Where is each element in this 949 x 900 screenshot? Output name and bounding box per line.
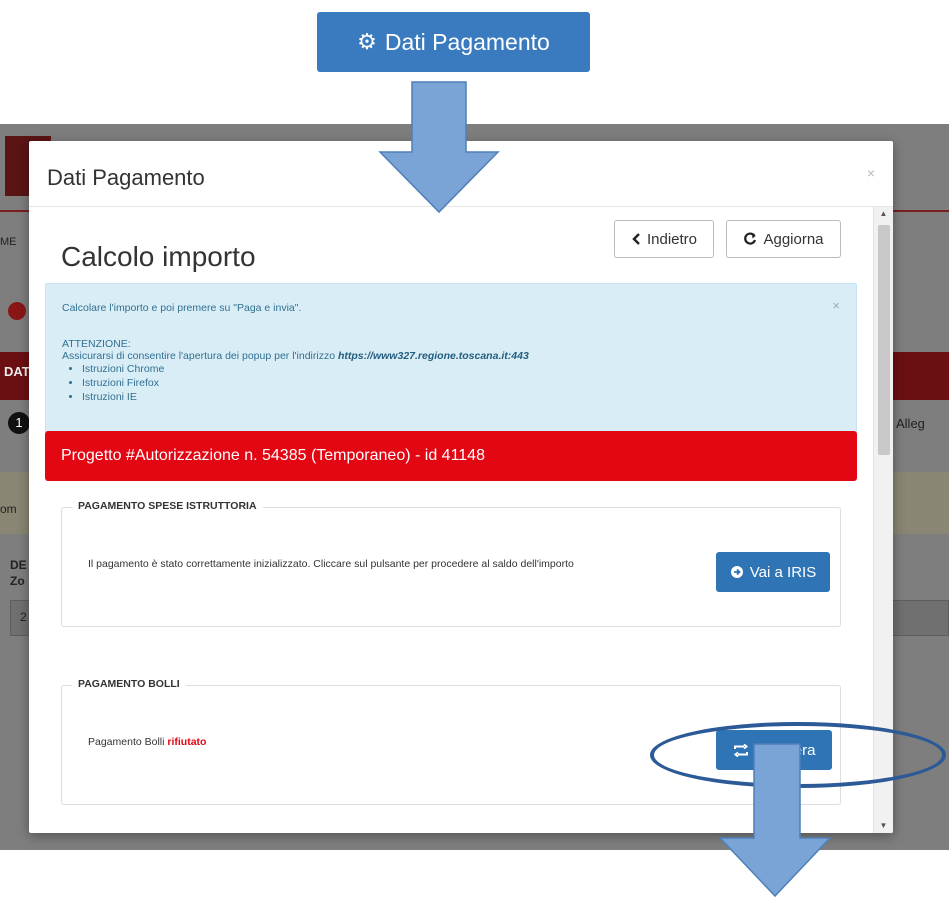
arrow-down-icon: [718, 743, 832, 898]
alert-instruction: Calcolare l'importo e poi premere su "Pa…: [62, 302, 302, 314]
refresh-icon: [744, 232, 757, 245]
screenshot-stage: ⚙ Dati Pagamento ME DAT 1 Alleg om DE Zo…: [0, 0, 949, 900]
scroll-up-icon[interactable]: ▲: [874, 207, 893, 221]
list-item-chrome[interactable]: Istruzioni Chrome: [82, 362, 164, 376]
scroll-down-icon[interactable]: ▼: [874, 819, 893, 833]
alert-popup-note: Assicurarsi di consentire l'apertura dei…: [62, 350, 529, 362]
instructions-list: Istruzioni Chrome Istruzioni Firefox Ist…: [82, 362, 164, 404]
page-title: Calcolo importo: [61, 241, 256, 272]
close-icon[interactable]: ×: [867, 165, 875, 181]
bg-tab-fragment: Alleg: [896, 416, 925, 431]
dati-pagamento-button[interactable]: ⚙ Dati Pagamento: [317, 12, 590, 72]
refresh-button[interactable]: Aggiorna: [726, 220, 841, 258]
bg-field-fragment: 2: [20, 610, 27, 624]
project-title-bar: Progetto #Autorizzazione n. 54385 (Tempo…: [45, 431, 857, 481]
bg-nav-fragment: ME: [0, 236, 17, 248]
arrow-circle-right-icon: [730, 566, 743, 578]
chevron-left-icon: [632, 233, 640, 245]
status-badge: rifiutato: [167, 736, 207, 748]
gears-icon: ⚙: [357, 29, 377, 54]
dati-pagamento-label: Dati Pagamento: [384, 28, 550, 55]
alert-popup-text: Assicurarsi di consentire l'apertura dei…: [62, 350, 336, 362]
list-item-ie[interactable]: Istruzioni IE: [82, 390, 164, 404]
bg-label-fragment: DE: [10, 558, 27, 572]
popup-alert: × Calcolare l'importo e poi premere su "…: [45, 283, 857, 433]
panel-message: Pagamento Bolli rifiutato: [88, 734, 206, 750]
panel-spese-istruttoria: PAGAMENTO SPESE ISTRUTTORIA Il pagamento…: [61, 500, 841, 627]
back-button[interactable]: Indietro: [614, 220, 714, 258]
bg-band-fragment: DAT: [4, 364, 30, 379]
vai-a-iris-label: Vai a IRIS: [749, 563, 817, 581]
bg-warning-fragment: om: [0, 502, 17, 516]
alert-attention: ATTENZIONE:: [62, 338, 131, 350]
arrow-down-icon: [378, 81, 500, 214]
list-item-firefox[interactable]: Istruzioni Firefox: [82, 376, 164, 390]
scroll-thumb[interactable]: [878, 225, 890, 455]
panel-legend: PAGAMENTO SPESE ISTRUTTORIA: [72, 500, 263, 512]
panel-legend: PAGAMENTO BOLLI: [72, 678, 186, 690]
refresh-label: Aggiorna: [763, 230, 824, 248]
back-label: Indietro: [646, 230, 698, 248]
panel-message: Il pagamento è stato correttamente inizi…: [88, 558, 574, 570]
bg-label-fragment: Zo: [10, 574, 25, 588]
bolli-text: Pagamento Bolli: [88, 736, 165, 748]
alert-url-link[interactable]: https://www327.regione.toscana.it:443: [338, 350, 529, 362]
back-icon: [8, 302, 26, 320]
vai-a-iris-button[interactable]: Vai a IRIS: [716, 552, 830, 592]
step-badge: 1: [8, 412, 30, 434]
modal-title: Dati Pagamento: [47, 165, 205, 190]
alert-close-icon[interactable]: ×: [832, 298, 840, 313]
